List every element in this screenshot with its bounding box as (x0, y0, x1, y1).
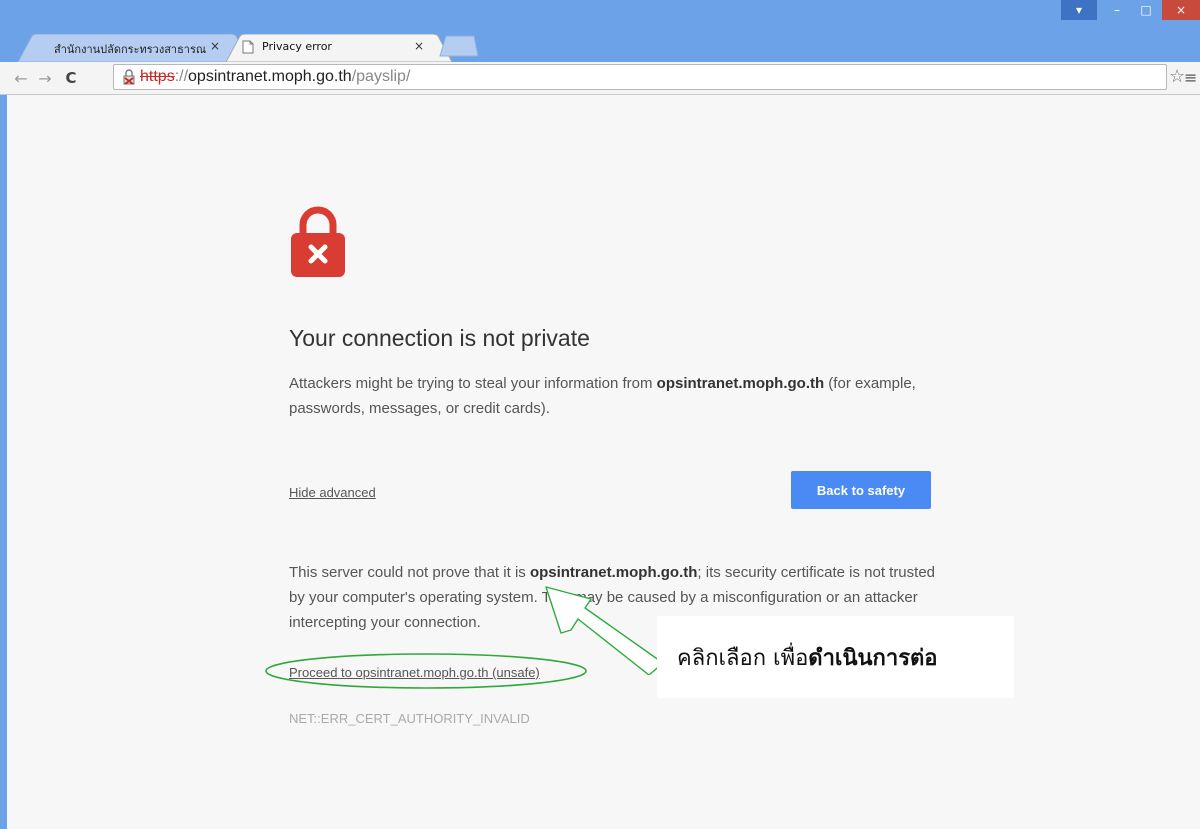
page-content: Your connection is not private Attackers… (7, 95, 1200, 829)
desc-host: opsintranet.moph.go.th (656, 375, 825, 392)
lock-error-icon (291, 206, 345, 277)
pointer-arrow-icon (545, 586, 664, 675)
tab-close-button[interactable]: × (210, 39, 220, 53)
reload-icon[interactable]: C (60, 67, 82, 89)
url-text[interactable]: https://opsintranet.moph.go.th/payslip/ (140, 68, 410, 86)
address-bar[interactable]: https://opsintranet.moph.go.th/payslip/ (113, 64, 1167, 90)
menu-icon[interactable]: ≡ (1184, 68, 1197, 88)
window-menu-button[interactable]: ▾ (1061, 0, 1097, 20)
annotation-text-bold: ดำเนินการต่อ (808, 645, 938, 671)
forward-icon[interactable]: → (34, 67, 56, 89)
page-title: Your connection is not private (289, 325, 590, 351)
hide-advanced-link[interactable]: Hide advanced (289, 485, 376, 500)
tab-close-button[interactable]: × (414, 39, 424, 53)
tab-title: สำนักงานปลัดกระทรวงสาธารณ (54, 43, 207, 56)
window-titlebar: สำนักงานปลัดกระทรวงสาธารณ × Privacy erro… (0, 0, 1200, 62)
url-separator: :// (174, 68, 189, 85)
url-host: opsintranet.moph.go.th (188, 68, 352, 85)
desc-text: Attackers might be trying to steal your … (289, 375, 657, 392)
tab-inactive[interactable]: สำนักงานปลัดกระทรวงสาธารณ × (18, 34, 250, 62)
tab-title: Privacy error (262, 40, 332, 53)
insecure-lock-icon[interactable] (122, 69, 136, 85)
page-icon (242, 40, 254, 54)
error-code: NET::ERR_CERT_AUTHORITY_INVALID (289, 711, 530, 726)
back-icon[interactable]: ← (10, 67, 32, 89)
browser-toolbar: ← → C https://opsintranet.moph.go.th/pay… (0, 62, 1200, 95)
close-window-button[interactable]: × (1162, 0, 1200, 20)
url-scheme: https (140, 68, 175, 85)
warning-description: Attackers might be trying to steal your … (289, 371, 949, 421)
details-text: This server could not prove that it is (289, 564, 530, 581)
annotation-callout: คลิกเลือก เพื่อ ดำเนินการต่อ (657, 616, 1014, 698)
star-icon[interactable]: ☆ (1169, 67, 1185, 87)
back-to-safety-button[interactable]: Back to safety (791, 471, 931, 509)
url-path: /payslip/ (351, 68, 411, 85)
maximize-button[interactable]: □ (1131, 0, 1161, 20)
minimize-button[interactable]: – (1103, 0, 1131, 20)
annotation-text: คลิกเลือก เพื่อ (677, 645, 809, 671)
tab-active[interactable]: Privacy error × (226, 34, 452, 62)
new-tab-button[interactable] (436, 34, 480, 58)
